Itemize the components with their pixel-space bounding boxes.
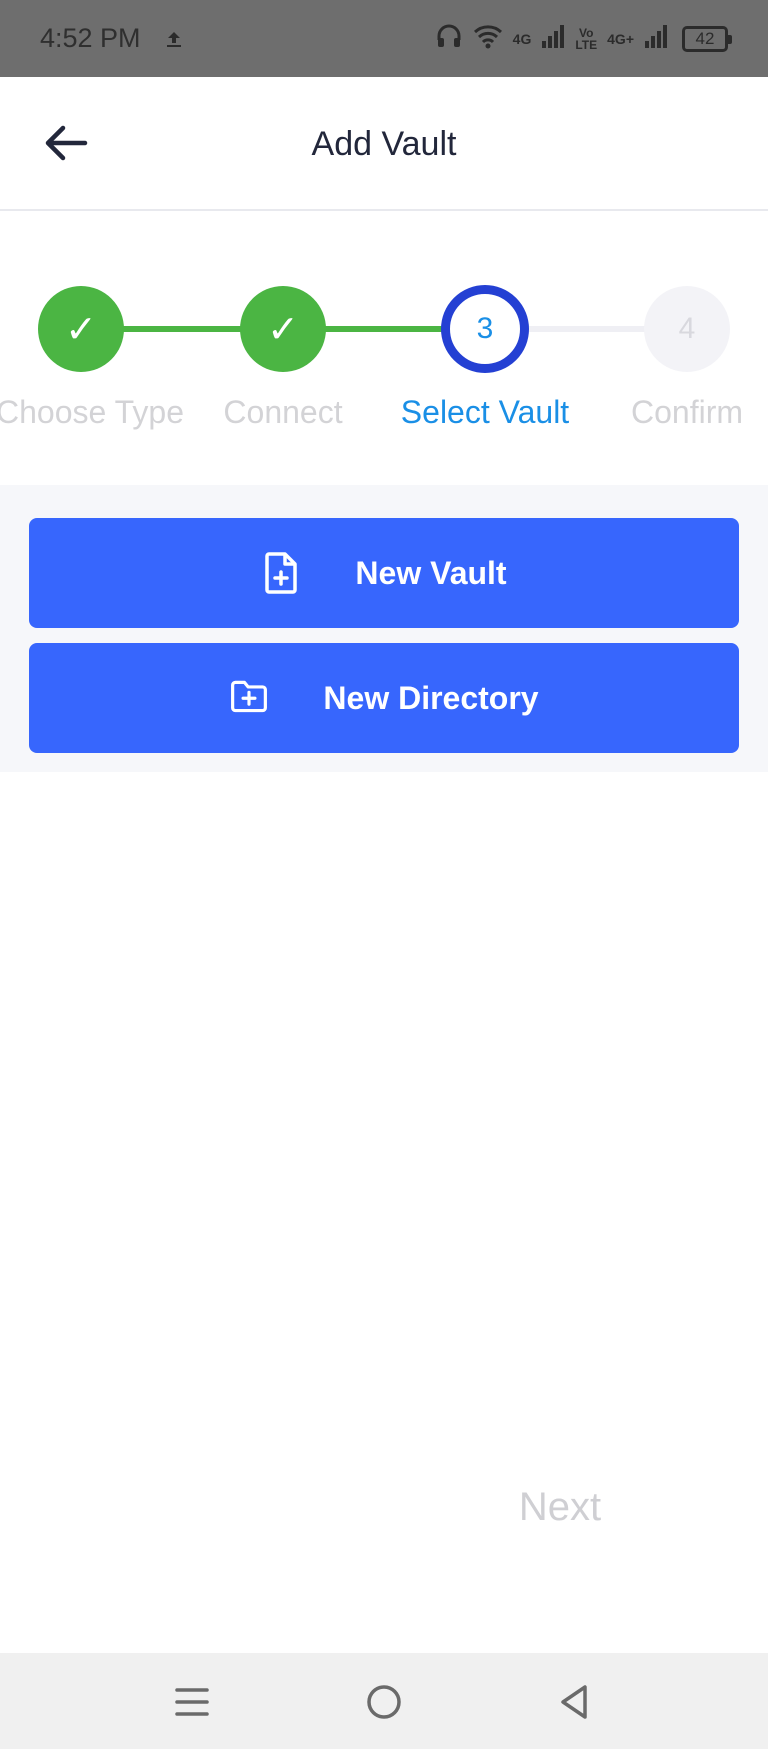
status-bar: 4:52 PM 4G Vo LTE 4G+ 42: [0, 0, 768, 77]
new-directory-label: New Directory: [323, 679, 539, 716]
next-button[interactable]: Next: [505, 1485, 615, 1535]
volte-bottom: LTE: [575, 37, 598, 52]
step-2-marker: ✓: [240, 286, 326, 372]
new-vault-label: New Vault: [355, 554, 507, 591]
vault-actions: New Vault New Directory: [0, 485, 768, 772]
menu-icon: [175, 1688, 209, 1716]
network-label-2: 4G+: [607, 30, 634, 47]
app-header: Add Vault: [0, 77, 768, 211]
signal-icon: [541, 23, 565, 54]
step-4-label: Confirm: [630, 394, 743, 430]
status-icons: 4G Vo LTE 4G+ 42: [435, 22, 732, 55]
headphones-icon: [435, 22, 463, 55]
step-3-marker: 3: [441, 285, 529, 373]
step-1-marker: ✓: [38, 286, 124, 372]
system-nav-bar: [0, 1653, 768, 1749]
menu-button[interactable]: [167, 1677, 217, 1727]
battery-level: 42: [695, 28, 715, 48]
step-2-label: Connect: [223, 394, 343, 430]
upload-icon: [163, 28, 185, 50]
step-1-label: Choose Type: [0, 394, 184, 430]
network-label-1: 4G: [512, 30, 532, 47]
wifi-icon: [473, 23, 503, 54]
battery-icon: 42: [682, 25, 732, 52]
step-3-label: Select Vault: [400, 394, 570, 430]
home-button[interactable]: [359, 1677, 409, 1727]
new-vault-button[interactable]: New Vault: [29, 518, 739, 628]
stepper: ✓ ✓ 3 4 Choose Type Connect Select Vault…: [0, 211, 768, 485]
status-time: 4:52 PM: [40, 23, 141, 53]
signal-icon-2: [644, 23, 668, 54]
file-plus-icon: [261, 551, 301, 595]
back-nav-button[interactable]: [550, 1677, 600, 1727]
new-directory-button[interactable]: New Directory: [29, 643, 739, 753]
folder-plus-icon: [229, 676, 269, 720]
volte-label: Vo LTE: [575, 27, 597, 51]
page-title: Add Vault: [311, 125, 457, 163]
triangle-back-icon: [561, 1685, 587, 1719]
home-circle-icon: [367, 1685, 401, 1719]
step-4-marker: 4: [644, 286, 730, 372]
